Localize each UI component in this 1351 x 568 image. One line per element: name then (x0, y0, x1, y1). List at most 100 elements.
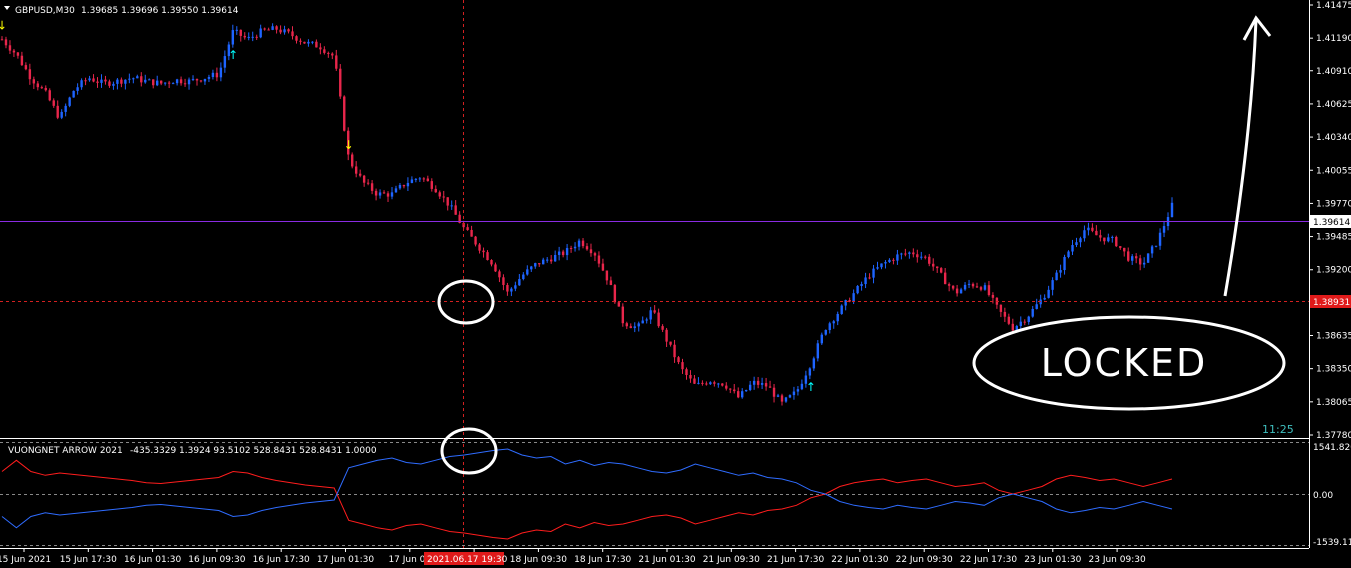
candle-body (542, 259, 545, 265)
time-tick-label: 21 Jun 01:30 (638, 555, 695, 565)
candle-body (852, 293, 855, 302)
symbol-dropdown-icon[interactable] (4, 6, 10, 10)
candle-body (20, 55, 24, 66)
candle-body (267, 29, 270, 31)
candle-body (362, 175, 366, 183)
candle-body (637, 323, 640, 327)
candle-body (546, 259, 549, 261)
candle-body (219, 67, 223, 78)
candle-body (1142, 262, 1146, 265)
candle-body (446, 197, 449, 206)
candle-body (287, 29, 290, 32)
candle-body (112, 83, 115, 86)
candle-body (506, 284, 509, 292)
candle-body (1027, 316, 1030, 322)
candle-body (414, 178, 418, 180)
time-tick-label: 23 Jun 09:30 (1089, 555, 1146, 565)
candle-body (24, 65, 28, 70)
candle-body (1087, 227, 1090, 231)
candle-body (351, 154, 354, 167)
price-tick-label: 1.38065 (1316, 398, 1351, 408)
candle-body (132, 78, 135, 80)
candle-body (641, 320, 644, 324)
candle-body (402, 184, 406, 187)
candle-body (625, 323, 628, 327)
candle-body (386, 193, 390, 197)
candle-body (390, 192, 394, 197)
candle-body (983, 285, 987, 290)
candle-body (522, 274, 525, 280)
candle-body (1019, 321, 1022, 327)
candle-body (140, 76, 143, 83)
candle-body (864, 277, 867, 285)
drawn-locked-text: LOCKED (1041, 341, 1207, 385)
candle-body (494, 264, 497, 272)
candle-body (247, 36, 250, 38)
price-tick-label: 1.40340 (1316, 133, 1351, 143)
candle-body (836, 313, 839, 322)
time-tick-label: 17 Jun 01:30 (317, 555, 374, 565)
price-tick-label: 1.37780 (1316, 431, 1351, 441)
candle-body (971, 283, 975, 287)
candle-body (939, 268, 943, 273)
candle-body (124, 79, 127, 84)
candle-body (215, 72, 219, 78)
candle-body (275, 26, 278, 30)
candle-body (577, 240, 581, 247)
candle-body (1063, 256, 1066, 271)
candle-body (370, 183, 374, 191)
candle-body (1134, 256, 1138, 259)
candle-body (498, 271, 501, 278)
candle-body (263, 28, 266, 30)
candle-body (737, 391, 740, 398)
candle-body (40, 87, 43, 89)
candle-body (44, 87, 47, 91)
candle-body (916, 254, 919, 258)
candle-body (466, 227, 469, 230)
bar-timer: 11:25 (1262, 423, 1294, 436)
candle-body (223, 56, 227, 68)
candle-body (490, 260, 493, 265)
candle-body (68, 97, 71, 106)
candle-body (120, 79, 123, 84)
candle-body (148, 79, 151, 81)
candle-body (167, 82, 171, 84)
candle-body (60, 111, 63, 118)
candle-body (884, 262, 887, 264)
candle-body (987, 285, 991, 295)
candle-body (677, 357, 680, 363)
candle-body (932, 263, 935, 267)
time-tick-label: 23 Jun 01:30 (1024, 555, 1081, 565)
candle-body (999, 304, 1003, 312)
candle-body (64, 105, 67, 112)
candle-body (824, 330, 827, 335)
candle-body (156, 80, 159, 86)
candle-body (335, 55, 338, 69)
candle-body (303, 41, 306, 44)
candle-body (48, 90, 51, 101)
candle-body (323, 49, 326, 53)
candle-body (621, 306, 625, 324)
candle-body (100, 79, 103, 83)
price-tick-label: 1.38635 (1316, 332, 1351, 342)
sell-arrow-icon: ↓ (344, 138, 354, 152)
candle-body (235, 29, 238, 31)
candle-body (744, 390, 748, 392)
candle-body (0, 39, 4, 41)
candle-body (187, 79, 191, 85)
candle-body (876, 267, 879, 269)
candle-body (255, 36, 258, 38)
candle-body (239, 29, 242, 36)
indicator-scale-top: 1541.820 (1313, 443, 1351, 453)
candle-body (426, 178, 430, 182)
candle-body (128, 78, 131, 80)
candle-body (291, 31, 294, 37)
candle-body (159, 80, 163, 84)
candle-body (422, 178, 426, 180)
buy-arrow-icon: ↑ (228, 48, 238, 62)
symbol-label[interactable]: GBPUSD,M30 (15, 6, 75, 16)
candle-body (657, 312, 660, 327)
candle-body (418, 178, 422, 180)
trading-chart[interactable]: 1.41475 1.41190 1.40910 1.40625 1.40340 1.400… (0, 0, 1351, 568)
candle-body (1055, 272, 1058, 281)
